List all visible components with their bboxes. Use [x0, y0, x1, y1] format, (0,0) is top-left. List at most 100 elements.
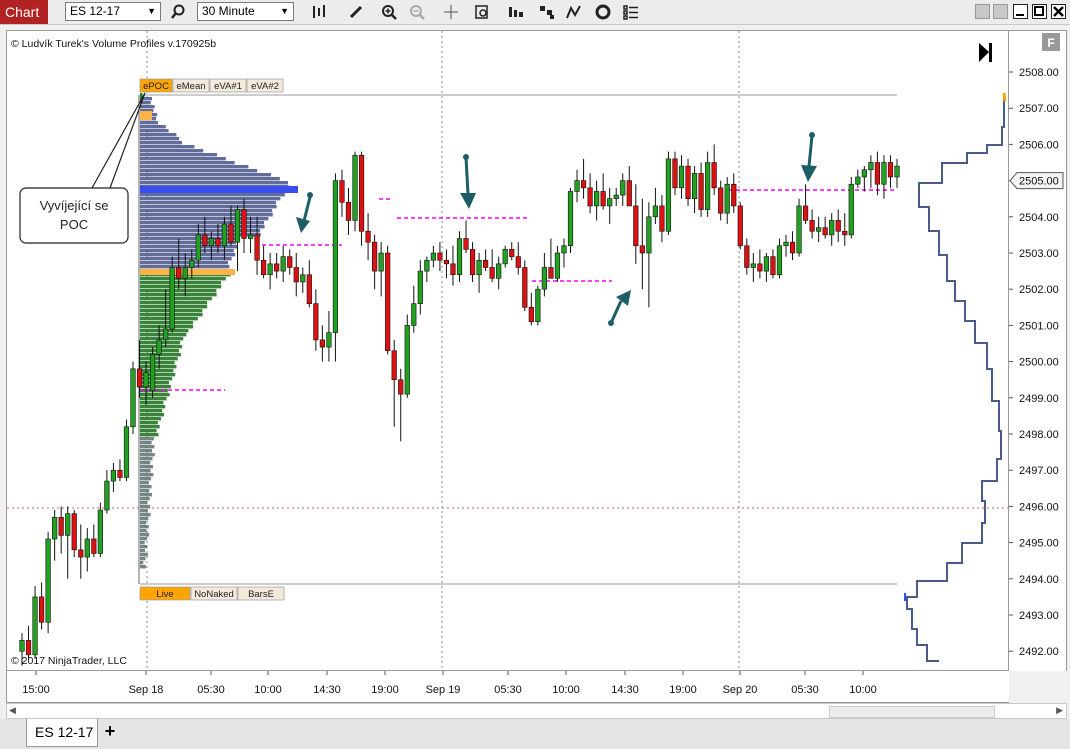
candle — [391, 339, 397, 427]
strategies-icon[interactable] — [536, 1, 558, 23]
profile-bar — [140, 409, 163, 413]
drawing-tools-icon[interactable] — [563, 1, 585, 23]
candle — [665, 151, 672, 235]
magnifier-icon[interactable] — [167, 1, 189, 23]
profile-bar — [140, 261, 228, 265]
arrow-annotation — [460, 154, 476, 209]
candle — [580, 158, 587, 199]
horizontal-scrollbar[interactable]: ◀ ▶ — [6, 703, 1067, 719]
scroll-thumb[interactable] — [829, 706, 995, 718]
candle — [848, 176, 854, 239]
candle — [78, 524, 84, 579]
profile-bar — [140, 249, 234, 253]
minimize-button[interactable] — [1013, 4, 1028, 19]
time-axis[interactable]: 15:00 Sep 18 05:30 10:00 14:30 19:00 Sep 19 05:… — [6, 671, 1009, 703]
price-chart[interactable]: Vyvíjející se POC © Ludvík Turek's Volum… — [7, 31, 1008, 670]
candle — [842, 213, 848, 246]
link-button[interactable] — [975, 4, 990, 19]
candle — [868, 155, 874, 188]
interval-selector[interactable]: 30 Minute ▼ — [197, 2, 294, 21]
price-label: 2504.00 — [1019, 212, 1059, 224]
profile-button-nonaked[interactable]: NoNaked — [190, 586, 238, 601]
profile-bar — [140, 293, 217, 297]
candle — [548, 238, 554, 279]
candle — [280, 245, 286, 282]
price-label: 2500.00 — [1019, 357, 1059, 369]
candle — [881, 155, 887, 199]
profile-button-eva2[interactable]: eVA#2 — [246, 78, 284, 93]
profile-bar — [140, 205, 277, 209]
candle — [809, 209, 815, 239]
tab-bar: ES 12-17 + — [0, 719, 1070, 749]
indicators-icon[interactable] — [505, 1, 527, 23]
profile-bar — [140, 397, 167, 401]
tab-es-12-17[interactable]: ES 12-17 — [26, 719, 98, 747]
candle — [541, 253, 547, 297]
profile-bar — [140, 297, 212, 301]
maximize-button[interactable] — [1032, 4, 1047, 19]
profile-bar — [140, 157, 226, 161]
data-box-icon[interactable] — [471, 1, 493, 23]
candle — [469, 242, 476, 282]
profile-bar — [140, 325, 194, 329]
profile-bar — [140, 133, 177, 137]
candle — [652, 187, 658, 225]
zoom-out-icon[interactable] — [406, 1, 428, 23]
candle — [65, 506, 71, 579]
right-profile-tip — [1002, 92, 1007, 102]
candle — [306, 260, 312, 308]
profile-bar — [140, 453, 155, 457]
chart-panel[interactable]: Vyvíjející se POC © Ludvík Turek's Volum… — [6, 30, 1009, 671]
profile-bar — [140, 553, 148, 557]
time-label: Sep 20 — [723, 684, 758, 696]
candle — [332, 173, 339, 362]
candle — [822, 216, 828, 239]
price-axis[interactable]: F 2508.00 2507.00 2506.00 2505.00 2504.00 250… — [1009, 30, 1067, 671]
candle — [672, 151, 678, 196]
crosshair-icon[interactable] — [440, 1, 462, 23]
profile-bar — [140, 321, 193, 325]
candle — [757, 249, 763, 279]
price-axis-svg: F 2508.00 2507.00 2506.00 2505.00 2504.00 250… — [1009, 33, 1064, 658]
candle — [874, 151, 881, 196]
candle — [319, 325, 325, 362]
profile-button-live[interactable]: Live — [139, 586, 191, 601]
candle — [816, 216, 822, 243]
candle — [430, 245, 436, 268]
price-label: 2503.00 — [1019, 248, 1059, 260]
candle — [698, 162, 704, 217]
time-label: Sep 19 — [426, 684, 461, 696]
price-label: 2506.00 — [1019, 139, 1059, 151]
profile-button-epoc[interactable]: ePOC — [139, 78, 173, 93]
profile-button-barse[interactable]: BarsE — [237, 586, 285, 601]
zoom-in-icon[interactable] — [378, 1, 400, 23]
instrument-selector[interactable]: ES 12-17 ▼ — [65, 2, 161, 21]
scroll-left-icon[interactable]: ◀ — [9, 705, 16, 716]
price-label: 2507.00 — [1019, 103, 1059, 115]
close-button[interactable] — [1051, 4, 1066, 19]
candle — [52, 510, 58, 561]
candle — [352, 151, 358, 232]
reload-icon[interactable] — [592, 1, 614, 23]
profile-bar — [140, 489, 150, 493]
properties-icon[interactable] — [620, 1, 642, 23]
profile-button-eva1[interactable]: eVA#1 — [209, 78, 247, 93]
skip-to-end-icon[interactable] — [979, 43, 992, 62]
candle — [443, 249, 450, 279]
candle — [287, 249, 293, 275]
scroll-right-icon[interactable]: ▶ — [1056, 705, 1063, 716]
price-label: 2498.00 — [1019, 429, 1059, 441]
candle — [267, 253, 273, 290]
profile-button-emean[interactable]: eMean — [172, 78, 210, 93]
share-button[interactable] — [993, 4, 1008, 19]
candle — [117, 459, 123, 482]
add-tab-button[interactable]: + — [98, 721, 122, 743]
candle — [705, 151, 711, 217]
profile-bar — [140, 465, 153, 469]
profile-bar — [140, 193, 285, 197]
candle — [678, 155, 685, 199]
candle — [737, 202, 743, 250]
bar-style-icon[interactable] — [309, 1, 331, 23]
pencil-icon[interactable] — [345, 1, 367, 23]
profile-bar — [140, 537, 147, 541]
